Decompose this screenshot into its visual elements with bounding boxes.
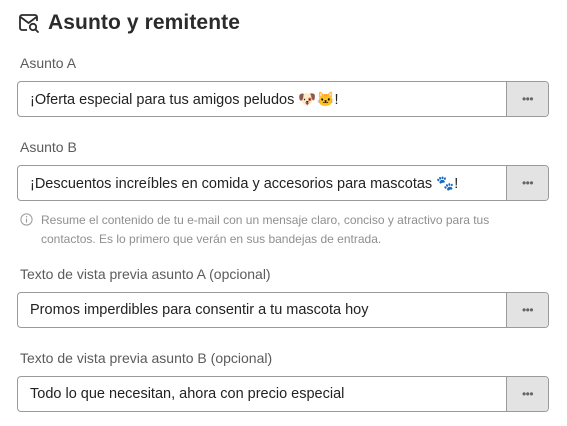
- subject-hint: Resume el contenido de tu e-mail con un …: [20, 211, 530, 249]
- subject-b-field: ¡Descuentos increíbles en comida y acces…: [17, 165, 549, 201]
- section-title: Asunto y remitente: [48, 11, 240, 34]
- preview-a-input[interactable]: Promos imperdibles para consentir a tu m…: [18, 293, 506, 327]
- subject-b-label: Asunto B: [20, 139, 77, 155]
- mail-search-icon: [19, 14, 39, 33]
- subject-a-field: ¡Oferta especial para tus amigos peludos…: [17, 81, 549, 117]
- hint-text: Resume el contenido de tu e-mail con un …: [41, 213, 490, 246]
- subject-a-label: Asunto A: [20, 55, 77, 71]
- preview-b-label: Texto de vista previa asunto B (opcional…: [20, 350, 273, 366]
- subject-a-input[interactable]: ¡Oferta especial para tus amigos peludos…: [18, 82, 506, 116]
- preview-b-input[interactable]: Todo lo que necesitan, ahora con precio …: [18, 377, 506, 411]
- subject-b-more-button[interactable]: •••: [506, 166, 548, 200]
- subject-b-input[interactable]: ¡Descuentos increíbles en comida y acces…: [18, 166, 506, 200]
- section-header: Asunto y remitente: [18, 11, 240, 35]
- preview-a-more-button[interactable]: •••: [506, 293, 548, 327]
- preview-b-more-button[interactable]: •••: [506, 377, 548, 411]
- info-icon: [20, 213, 33, 226]
- preview-b-field: Todo lo que necesitan, ahora con precio …: [17, 376, 549, 412]
- preview-a-label: Texto de vista previa asunto A (opcional…: [20, 266, 271, 282]
- preview-a-field: Promos imperdibles para consentir a tu m…: [17, 292, 549, 328]
- subject-a-more-button[interactable]: •••: [506, 82, 548, 116]
